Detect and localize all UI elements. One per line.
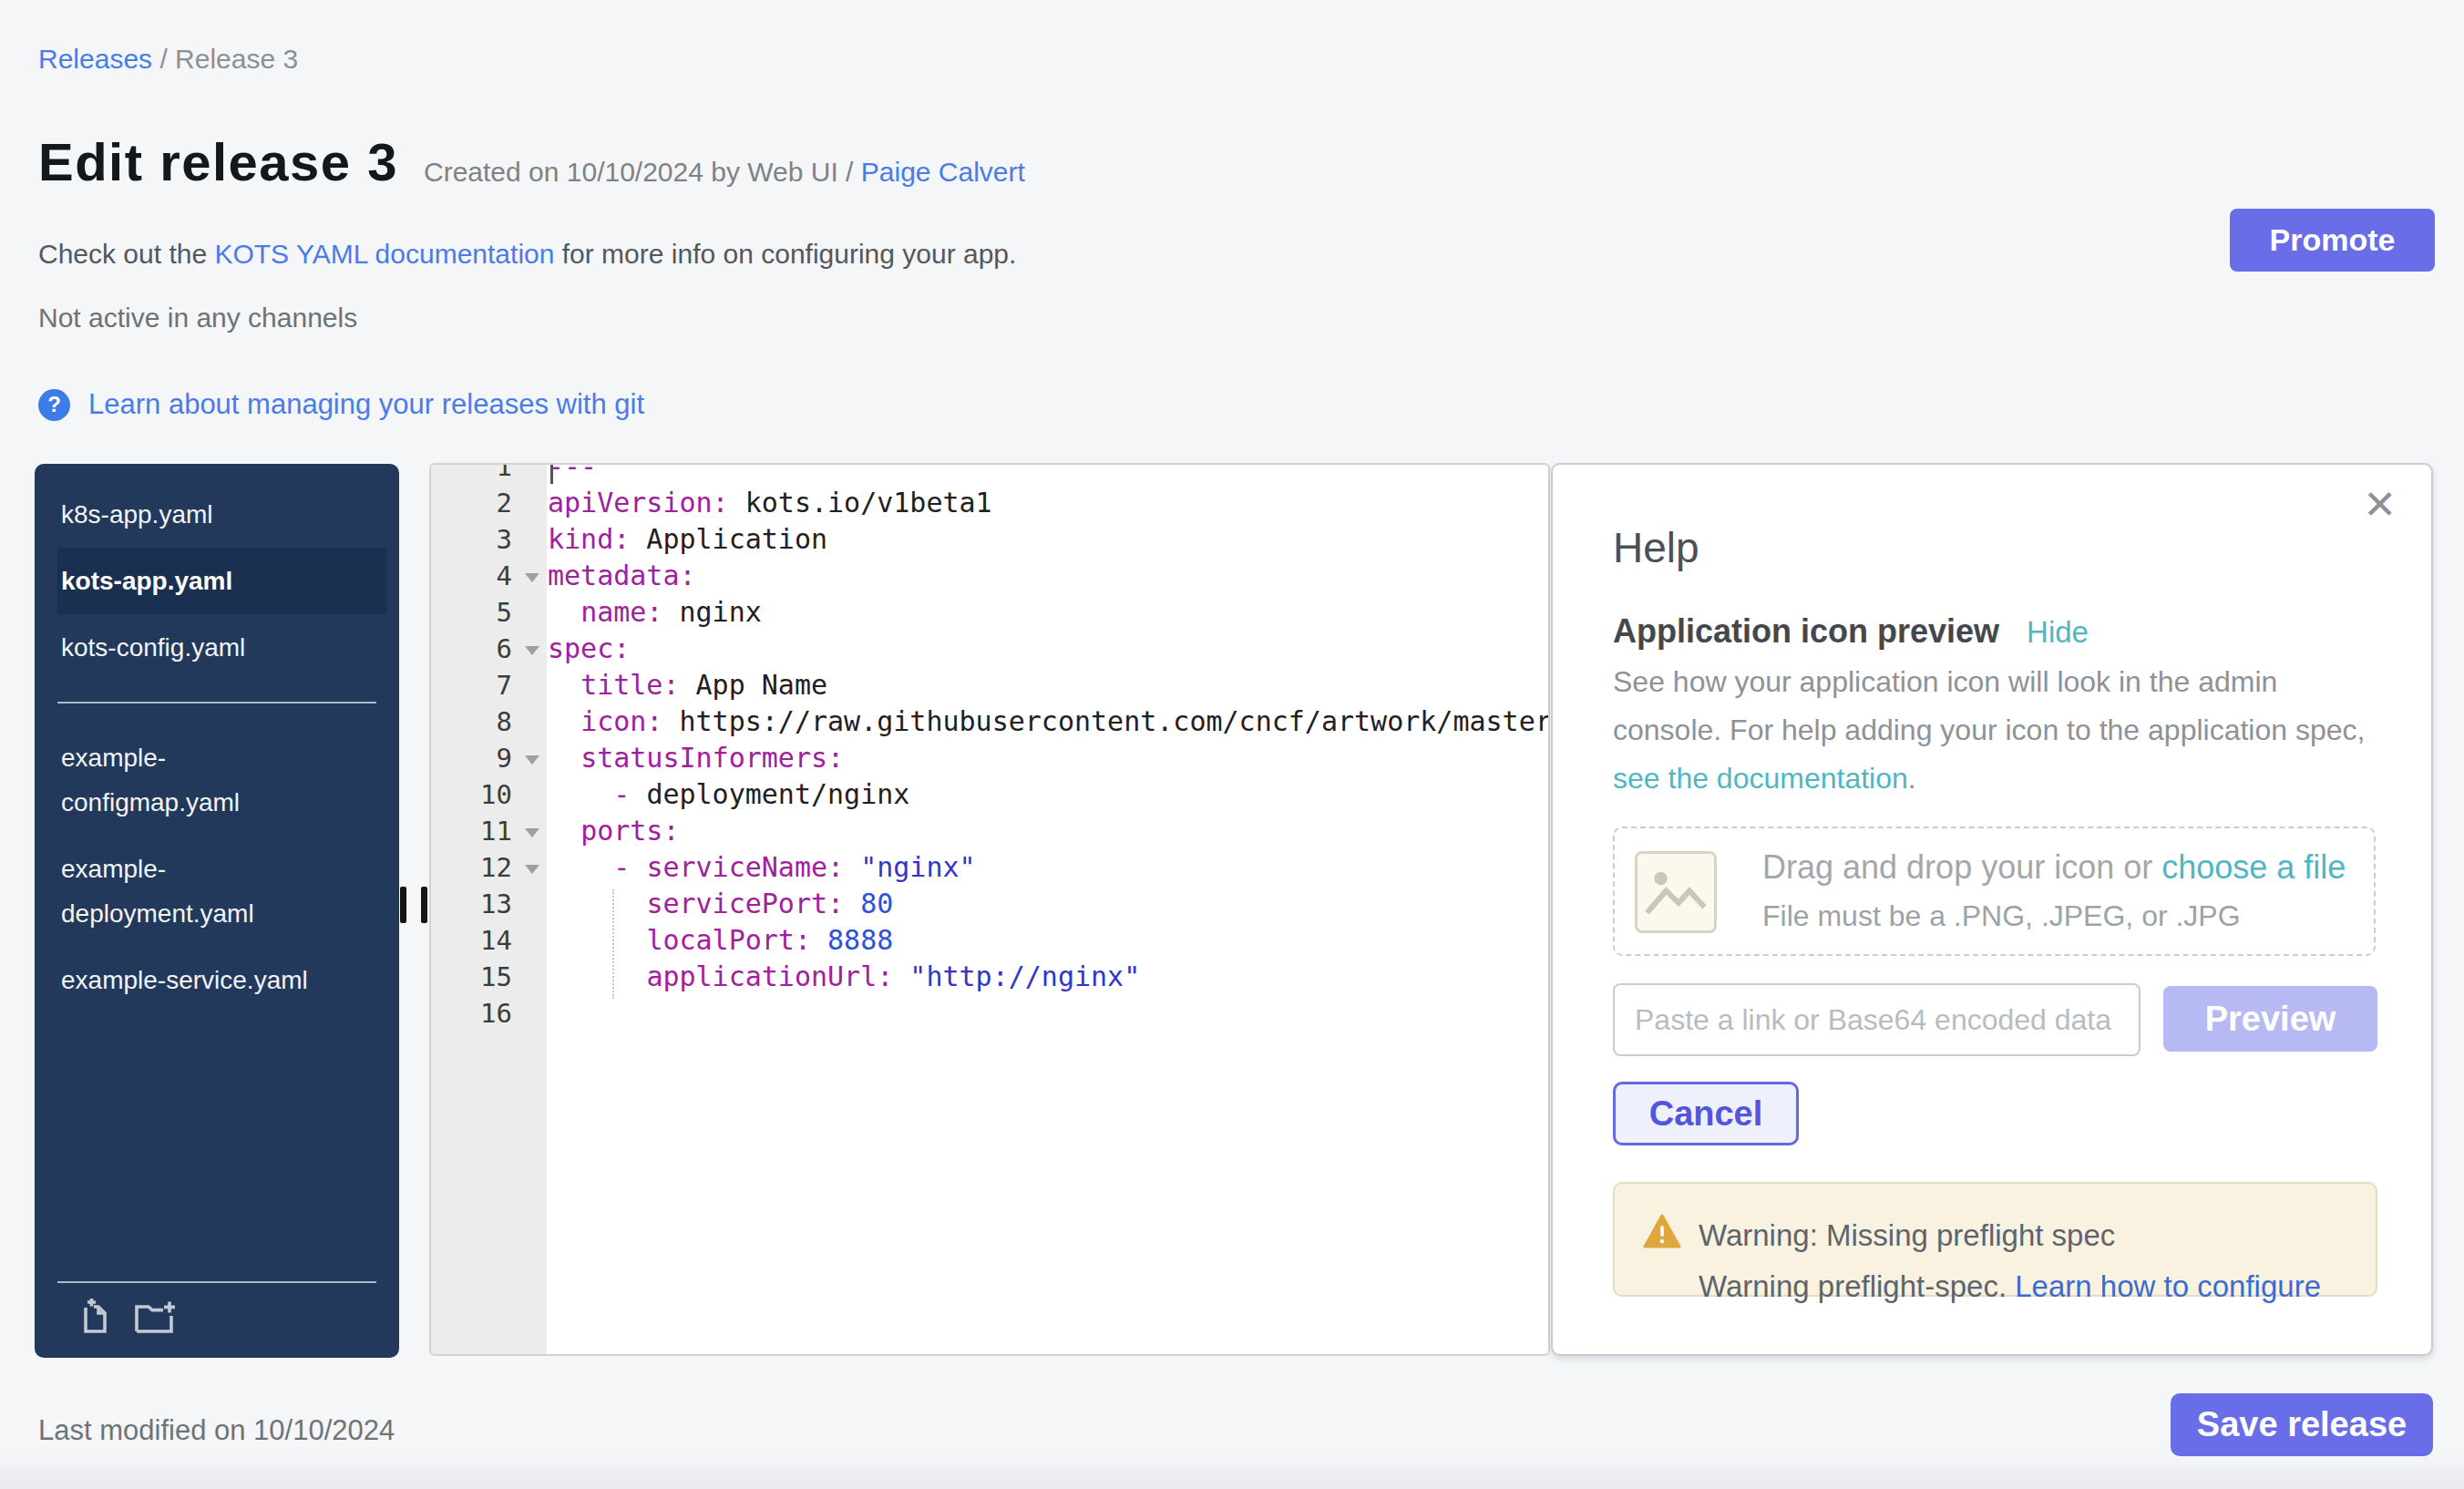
- author-link[interactable]: Paige Calvert: [861, 157, 1025, 187]
- breadcrumb-separator: /: [152, 44, 175, 74]
- gutter-line-15: 15: [431, 959, 547, 995]
- file-list-divider: [57, 702, 376, 703]
- see-documentation-link[interactable]: see the documentation: [1613, 762, 1908, 795]
- code-line-1: ---: [548, 463, 597, 485]
- gutter-line-14: 14: [431, 922, 547, 959]
- gutter-line-12: 12: [431, 849, 547, 886]
- channel-status: Not active in any channels: [38, 303, 357, 334]
- docs-suffix: for more info on configuring your app.: [554, 239, 1016, 269]
- help-paragraph: See how your application icon will look …: [1613, 658, 2365, 803]
- code-line-11: ports:: [548, 813, 680, 849]
- help-para-line1: See how your application icon will look …: [1613, 658, 2365, 706]
- gutter-line-11: 11: [431, 813, 547, 849]
- code-line-4: metadata:: [548, 558, 696, 594]
- icon-dropzone[interactable]: Drag and drop your icon or choose a file…: [1613, 827, 2376, 956]
- code-line-12: - serviceName: "nginx": [548, 849, 976, 886]
- code-line-14: localPort: 8888: [548, 922, 893, 959]
- git-releases-link[interactable]: Learn about managing your releases with …: [88, 388, 644, 421]
- page-title: Edit release 3: [38, 131, 398, 192]
- file-sidebar: k8s-app.yamlkots-app.yamlkots-config.yam…: [35, 464, 399, 1358]
- fold-arrow-icon[interactable]: [525, 646, 539, 655]
- cancel-button[interactable]: Cancel: [1613, 1082, 1799, 1145]
- icon-url-input[interactable]: [1613, 983, 2141, 1056]
- last-modified-label: Last modified on 10/10/2024: [38, 1414, 395, 1447]
- help-para-line2: console. For help adding your icon to th…: [1613, 706, 2365, 755]
- promote-button[interactable]: Promote: [2230, 209, 2435, 272]
- icon-preview-title: Application icon preview: [1613, 612, 1999, 651]
- help-title: Help: [1613, 523, 1699, 572]
- breadcrumb: Releases / Release 3: [38, 44, 298, 75]
- fold-arrow-icon[interactable]: [525, 865, 539, 874]
- gutter-line-3: 3: [431, 521, 547, 558]
- code-line-3: kind: Application: [548, 521, 827, 558]
- fold-arrow-icon[interactable]: [525, 828, 539, 837]
- gutter-line-16: 16: [431, 995, 547, 1032]
- hide-link[interactable]: Hide: [2027, 615, 2089, 650]
- warning-title: Warning: Missing preflight spec: [1699, 1218, 2115, 1253]
- code-line-5: name: nginx: [548, 594, 762, 631]
- gutter-line-4: 4: [431, 558, 547, 594]
- file-item-example-configmap-yaml[interactable]: example-configmap.yaml: [57, 724, 386, 836]
- gutter-line-1: 1: [431, 463, 547, 485]
- code-line-6: spec:: [548, 631, 630, 667]
- file-item-k8s-app-yaml[interactable]: k8s-app.yaml: [57, 481, 386, 548]
- code-line-8: icon: https://raw.githubusercontent.com/…: [548, 703, 1550, 740]
- file-item-kots-config-yaml[interactable]: kots-config.yaml: [57, 614, 386, 681]
- bottom-fade: [0, 1453, 2464, 1489]
- drop-text: Drag and drop your icon or: [1762, 848, 2161, 886]
- code-line-13: servicePort: 80: [548, 886, 893, 922]
- file-item-kots-app-yaml[interactable]: kots-app.yaml: [57, 548, 386, 614]
- drop-note: File must be a .PNG, .JPEG, or .JPG: [1762, 899, 2241, 933]
- warning-configure-link[interactable]: Learn how to configure: [2015, 1269, 2321, 1303]
- docs-prefix: Check out the: [38, 239, 214, 269]
- image-placeholder-icon: [1635, 851, 1717, 933]
- breadcrumb-current: Release 3: [175, 44, 298, 74]
- fold-arrow-icon[interactable]: [525, 755, 539, 765]
- save-release-button[interactable]: Save release: [2171, 1393, 2433, 1456]
- warning-triangle-icon: [1642, 1213, 1682, 1253]
- code-line-9: statusInformers:: [548, 740, 844, 776]
- add-file-icon[interactable]: [77, 1298, 112, 1336]
- editor-gutter: 12345678910111213141516: [431, 465, 547, 1354]
- code-line-10: - deployment/nginx: [548, 776, 909, 813]
- file-item-example-service-yaml[interactable]: example-service.yaml: [57, 947, 386, 1013]
- created-text: Created on 10/10/2024 by Web UI /: [424, 157, 861, 187]
- file-item-example-deployment-yaml[interactable]: example-deployment.yaml: [57, 836, 386, 947]
- warning-body: Warning preflight-spec. Learn how to con…: [1699, 1269, 2321, 1304]
- gutter-line-8: 8: [431, 703, 547, 740]
- close-icon[interactable]: ✕: [2363, 485, 2397, 525]
- gutter-line-2: 2: [431, 485, 547, 521]
- fold-arrow-icon[interactable]: [525, 573, 539, 582]
- git-help-row: ? Learn about managing your releases wit…: [38, 388, 644, 421]
- docs-line: Check out the KOTS YAML documentation fo…: [38, 239, 1016, 270]
- code-line-2: apiVersion: kots.io/v1beta1: [548, 485, 992, 521]
- text-cursor: [550, 465, 553, 484]
- add-folder-icon[interactable]: [132, 1298, 180, 1336]
- gutter-line-10: 10: [431, 776, 547, 813]
- gutter-line-13: 13: [431, 886, 547, 922]
- file-list: k8s-app.yamlkots-app.yamlkots-config.yam…: [35, 464, 399, 1013]
- breadcrumb-releases-link[interactable]: Releases: [38, 44, 152, 74]
- gutter-line-5: 5: [431, 594, 547, 631]
- preview-button[interactable]: Preview: [2163, 986, 2377, 1052]
- gutter-line-7: 7: [431, 667, 547, 703]
- choose-file-link[interactable]: choose a file: [2161, 848, 2346, 886]
- created-info: Created on 10/10/2024 by Web UI / Paige …: [424, 157, 1025, 188]
- warning-box: Warning: Missing preflight spec Warning …: [1613, 1182, 2377, 1297]
- help-panel: ✕ Help Application icon preview Hide See…: [1551, 463, 2433, 1356]
- code-line-7: title: App Name: [548, 667, 827, 703]
- gutter-line-6: 6: [431, 631, 547, 667]
- kots-yaml-docs-link[interactable]: KOTS YAML documentation: [214, 239, 554, 269]
- yaml-editor[interactable]: 12345678910111213141516 ---apiVersion: k…: [429, 463, 1550, 1356]
- gutter-line-9: 9: [431, 740, 547, 776]
- sidebar-divider: [57, 1281, 376, 1283]
- indent-guide: [612, 889, 614, 999]
- code-line-15: applicationUrl: "http://nginx": [548, 959, 1140, 995]
- question-mark-icon: ?: [38, 389, 70, 421]
